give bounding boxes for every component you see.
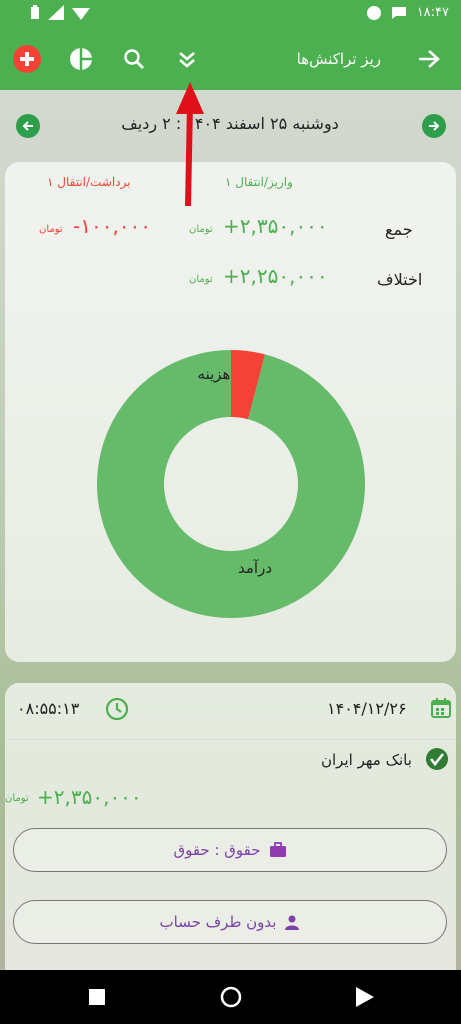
signal-icon [48, 5, 64, 20]
account-label: بدون طرف حساب [159, 913, 277, 931]
wifi-icon [72, 8, 90, 20]
difference-label: اختلاف [377, 270, 423, 289]
total-label: جمع [385, 220, 413, 239]
summary-card: ۱ واریز/انتقال ۱ برداشت/انتقال جمع +۲,۳۵… [5, 162, 456, 662]
app-bar: ریز تراکنش‌ها [0, 28, 461, 90]
currency-label: تومان [189, 274, 213, 285]
date-label: دوشنبه ۲۵ اسفند ۱۴۰۴ : ۲ ردیف [121, 114, 339, 133]
donut-chart: درآمد هزینه [97, 350, 366, 618]
difference-value: +۲,۲۵۰,۰۰۰ [223, 264, 328, 288]
total-deposit-value: +۲,۳۵۰,۰۰۰ [223, 214, 328, 238]
category-label: حقوق : حقوق [173, 841, 261, 859]
double-chevron-down-icon [179, 52, 195, 68]
pie-slice-label: هزینه [198, 365, 231, 383]
pie-slice-label: درآمد [238, 559, 272, 577]
battery-icon [31, 5, 39, 19]
back-button[interactable] [412, 42, 446, 76]
status-bar: ۱۸:۴۷ [0, 0, 461, 28]
notification-dot-icon [366, 5, 381, 20]
pie-chart-icon [70, 48, 92, 70]
total-withdraw-value: -۱۰۰,۰۰۰ [73, 214, 152, 238]
expand-button[interactable] [170, 42, 204, 76]
date-bar: دوشنبه ۲۵ اسفند ۱۴۰۴ : ۲ ردیف [0, 96, 461, 156]
message-icon [391, 6, 406, 19]
next-day-button[interactable] [422, 114, 446, 138]
deposit-count-label: ۱ واریز/انتقال [225, 175, 293, 189]
check-icon [426, 748, 448, 770]
briefcase-icon [269, 842, 286, 857]
chart-button[interactable] [64, 42, 98, 76]
transaction-amount: +۲,۳۵۰,۰۰۰ [37, 785, 142, 809]
person-icon [285, 915, 300, 930]
plus-icon [13, 45, 41, 73]
page-title: ریز تراکنش‌ها [296, 50, 381, 68]
arrow-right-icon [419, 50, 440, 68]
category-button[interactable]: حقوق : حقوق [13, 828, 447, 872]
status-icons [30, 5, 90, 20]
bank-name: بانک مهر ایران [321, 751, 412, 769]
currency-label: تومان [5, 793, 29, 804]
home-icon[interactable] [220, 986, 242, 1008]
arrow-right-icon [429, 121, 440, 131]
arrow-left-icon [22, 121, 33, 131]
divider [5, 739, 456, 740]
calendar-icon [431, 698, 451, 718]
transaction-time: ۰۸:۵۵:۱۳ [17, 699, 80, 718]
search-icon [124, 49, 144, 69]
search-button[interactable] [117, 42, 151, 76]
account-button[interactable]: بدون طرف حساب [13, 900, 447, 944]
withdraw-count-label: ۱ برداشت/انتقال [47, 175, 131, 189]
currency-label: تومان [189, 224, 213, 235]
system-nav-bar [0, 970, 461, 1024]
back-nav-icon[interactable] [356, 987, 374, 1007]
previous-day-button[interactable] [16, 114, 40, 138]
transaction-date: ۱۴۰۴/۱۲/۲۶ [327, 699, 407, 718]
recents-icon[interactable] [88, 988, 106, 1006]
add-button[interactable] [10, 42, 44, 76]
currency-label: تومان [39, 224, 63, 235]
status-time: ۱۸:۴۷ [416, 5, 449, 20]
annotation-arrow [176, 82, 204, 207]
clock-icon [105, 697, 129, 721]
